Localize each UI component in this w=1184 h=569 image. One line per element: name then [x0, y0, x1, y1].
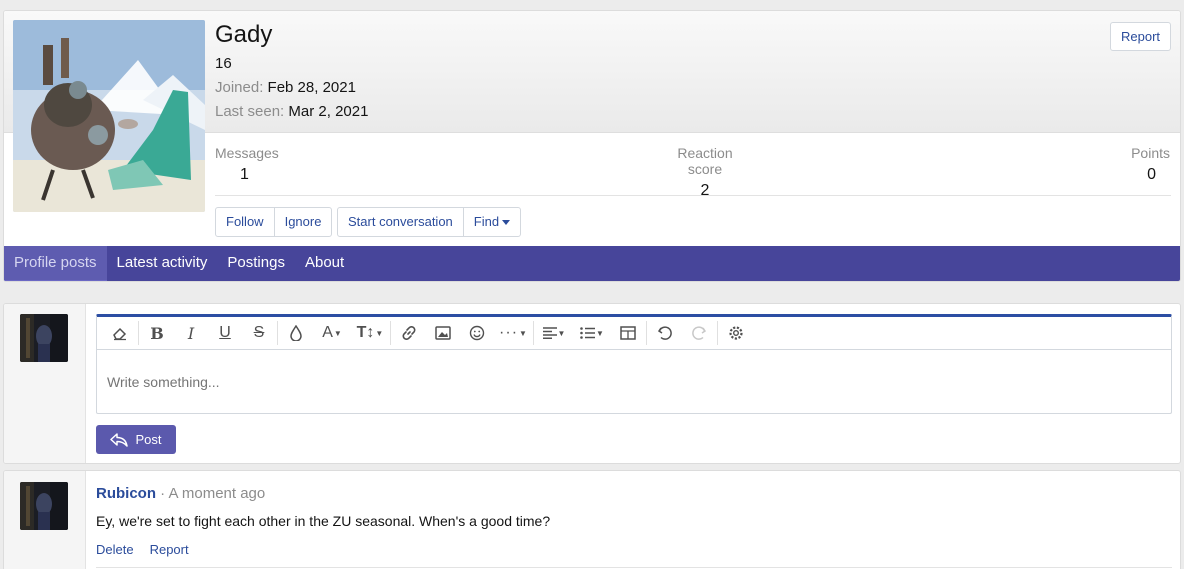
- profile-username: Gady: [215, 21, 273, 48]
- link-icon[interactable]: [392, 318, 426, 348]
- toolbar-separator: [646, 321, 647, 345]
- stat-messages-value[interactable]: 1: [215, 166, 279, 184]
- profile-user-title: 16: [215, 55, 232, 72]
- message-actions: Delete Report: [96, 542, 189, 557]
- current-user-avatar[interactable]: [20, 314, 68, 362]
- list-icon[interactable]: ▼: [573, 318, 611, 348]
- tab-latest-activity[interactable]: Latest activity: [107, 246, 218, 281]
- text-color-icon[interactable]: [279, 318, 313, 348]
- image-icon[interactable]: [426, 318, 460, 348]
- find-label: Find: [473, 214, 500, 229]
- table-icon[interactable]: [611, 318, 645, 348]
- meta-separator: ·: [160, 485, 166, 502]
- post-button-label: Post: [135, 432, 162, 447]
- post-avatar-column: [4, 304, 86, 463]
- joined-value: Feb 28, 2021: [267, 79, 356, 96]
- strikethrough-icon[interactable]: S: [242, 318, 276, 348]
- stat-messages: Messages 1: [215, 145, 279, 184]
- joined-row: Joined: Feb 28, 2021: [215, 79, 356, 96]
- toolbar-separator: [138, 321, 139, 345]
- avatar-image: [20, 482, 68, 530]
- eraser-icon[interactable]: [103, 318, 137, 348]
- rich-text-editor: B I U S A ▼ T↕ ▼ ··· ▼ ▼ ▼ Write somethi…: [96, 314, 1172, 414]
- message-body: Ey, we're set to fight each other in the…: [96, 513, 551, 529]
- align-icon[interactable]: ▼: [535, 318, 573, 348]
- stat-messages-label: Messages: [215, 145, 279, 161]
- redo-icon[interactable]: [682, 318, 716, 348]
- follow-button[interactable]: Follow: [216, 208, 275, 236]
- profile-tabs: Profile posts Latest activity Postings A…: [4, 246, 1180, 281]
- tab-postings[interactable]: Postings: [217, 246, 295, 281]
- last-seen-label: Last seen:: [215, 103, 285, 120]
- author-avatar[interactable]: [20, 482, 68, 530]
- report-profile-button[interactable]: Report: [1110, 22, 1171, 51]
- post-button[interactable]: Post: [96, 425, 176, 454]
- joined-label: Joined:: [215, 79, 264, 96]
- stat-reaction-score: Reaction score 2: [660, 145, 750, 200]
- delete-link[interactable]: Delete: [96, 542, 134, 557]
- bold-icon[interactable]: B: [140, 318, 174, 348]
- profile-post-message: Rubicon · A moment ago Ey, we're set to …: [3, 470, 1181, 569]
- editor-toolbar: B I U S A ▼ T↕ ▼ ··· ▼ ▼ ▼: [97, 317, 1171, 350]
- more-icon[interactable]: ··· ▼: [494, 318, 532, 348]
- stat-points-value[interactable]: 0: [1131, 166, 1170, 184]
- stat-reaction-value[interactable]: 2: [660, 182, 750, 200]
- emoji-icon[interactable]: [460, 318, 494, 348]
- stat-reaction-label: Reaction score: [677, 145, 733, 177]
- last-seen-row: Last seen: Mar 2, 2021: [215, 103, 368, 120]
- tab-about[interactable]: About: [295, 246, 354, 281]
- chevron-down-icon: [502, 220, 511, 226]
- font-size-icon[interactable]: T↕ ▼: [351, 318, 389, 348]
- font-family-icon[interactable]: A ▼: [313, 318, 351, 348]
- stats-divider: [215, 195, 1171, 196]
- italic-icon[interactable]: I: [174, 318, 208, 348]
- author-username-link[interactable]: Rubicon: [96, 485, 156, 502]
- undo-icon[interactable]: [648, 318, 682, 348]
- avatar-image: [20, 314, 68, 362]
- profile-avatar[interactable]: [13, 20, 205, 212]
- conversation-find-group: Start conversation Find: [337, 207, 522, 237]
- last-seen-value[interactable]: Mar 2, 2021: [288, 103, 368, 120]
- settings-icon[interactable]: [719, 318, 753, 348]
- stat-points-label: Points: [1131, 145, 1170, 161]
- profile-post-input[interactable]: [97, 350, 1171, 413]
- toolbar-separator: [717, 321, 718, 345]
- toolbar-separator: [390, 321, 391, 345]
- toolbar-separator: [533, 321, 534, 345]
- message-header: Rubicon · A moment ago: [96, 485, 265, 502]
- underline-icon[interactable]: U: [208, 318, 242, 348]
- start-conversation-button[interactable]: Start conversation: [338, 208, 464, 236]
- find-dropdown-button[interactable]: Find: [464, 208, 520, 236]
- ignore-button[interactable]: Ignore: [275, 208, 332, 236]
- reply-icon: [110, 432, 129, 447]
- tab-profile-posts[interactable]: Profile posts: [4, 246, 107, 281]
- profile-card: Gady 16 Joined: Feb 28, 2021 Last seen: …: [3, 10, 1181, 282]
- new-profile-post-card: B I U S A ▼ T↕ ▼ ··· ▼ ▼ ▼ Write somethi…: [3, 303, 1181, 464]
- report-link[interactable]: Report: [150, 542, 189, 557]
- message-avatar-column: [4, 471, 86, 569]
- stat-points: Points 0: [1131, 145, 1170, 184]
- follow-ignore-group: Follow Ignore: [215, 207, 333, 237]
- message-divider: [96, 567, 1172, 568]
- toolbar-separator: [277, 321, 278, 345]
- message-timestamp[interactable]: A moment ago: [169, 485, 266, 502]
- avatar-image: [13, 20, 205, 212]
